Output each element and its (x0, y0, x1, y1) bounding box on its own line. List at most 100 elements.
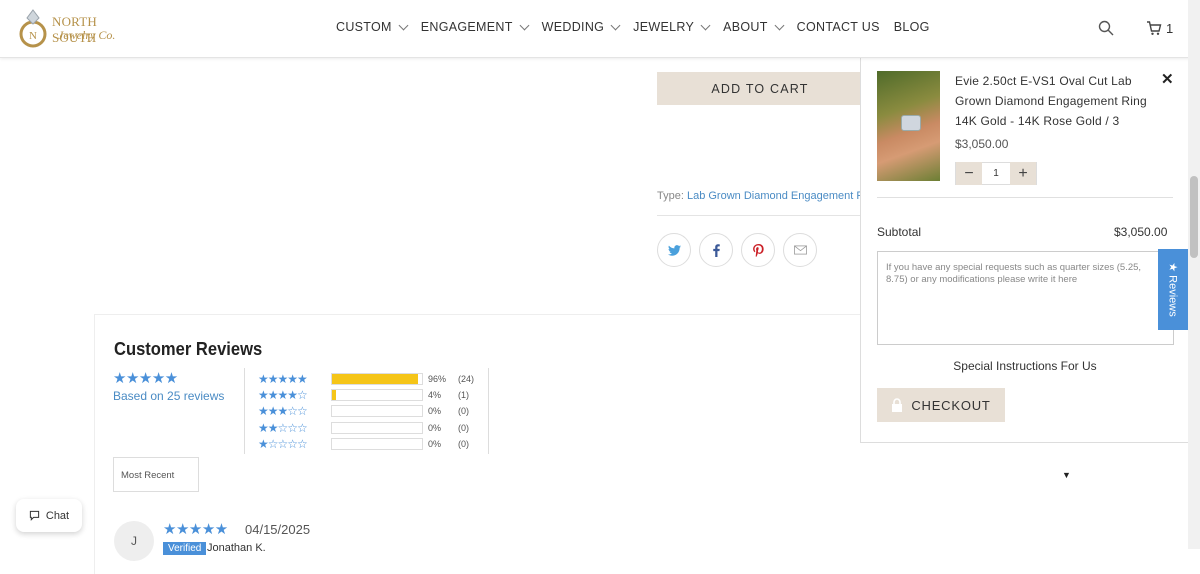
histogram-bar (331, 389, 423, 401)
histogram-percent: 0% (428, 439, 442, 449)
histogram-stars: ★★★☆☆ (258, 404, 308, 418)
review-sort-select[interactable]: Most Recent (113, 457, 199, 492)
nav-custom[interactable]: CUSTOM (336, 20, 409, 34)
chevron-down-icon (519, 20, 530, 30)
logo-line2: Jewelry Co. (58, 28, 116, 42)
histogram-row-3[interactable]: ★★★☆☆ 0% (0) (258, 404, 469, 418)
divider (488, 368, 489, 454)
decrease-qty-button[interactable]: − (956, 162, 982, 185)
pinterest-icon (752, 243, 764, 257)
twitter-icon (667, 244, 681, 256)
nav-contact-us[interactable]: CONTACT US (797, 20, 880, 34)
histogram-bar (331, 405, 423, 417)
divider (244, 368, 245, 454)
share-email-button[interactable] (783, 233, 817, 267)
product-type: Type: Lab Grown Diamond Engagement Rings (657, 190, 860, 202)
histogram-count: (0) (458, 423, 469, 433)
histogram-bar (331, 422, 423, 434)
dropdown-arrow-icon[interactable]: ▼ (1062, 470, 1071, 480)
histogram-count: (1) (458, 390, 469, 400)
histogram-stars: ★★★★☆ (258, 388, 308, 402)
reviewer-name: Jonathan K. (207, 542, 266, 554)
product-type-link[interactable]: Lab Grown Diamond Engagement Rings (687, 190, 860, 202)
nav-contact-label: CONTACT US (796, 20, 880, 34)
search-icon[interactable] (1098, 20, 1114, 36)
share-twitter-button[interactable] (657, 233, 691, 267)
nav-about-label: ABOUT (723, 20, 768, 34)
email-icon (793, 245, 807, 255)
histogram-percent: 96% (428, 374, 447, 384)
review-stars: ★★★★★ (163, 521, 228, 538)
quantity-stepper: − 1 + (955, 162, 1037, 185)
cart-product-title[interactable]: Evie 2.50ct E-VS1 Oval Cut Lab Grown Dia… (955, 71, 1160, 131)
reviews-side-tab[interactable]: ★ Reviews (1158, 249, 1188, 330)
chat-button[interactable]: Chat (16, 499, 82, 532)
nav-engagement[interactable]: ENGAGEMENT (420, 20, 530, 34)
review-date: 04/15/2025 (245, 522, 311, 537)
nav-wedding[interactable]: WEDDING (541, 20, 621, 34)
checkout-button[interactable]: CHECKOUT (877, 388, 1005, 422)
scrollbar-thumb[interactable] (1190, 176, 1198, 258)
cart-icon[interactable] (1146, 20, 1162, 36)
site-logo[interactable]: N NORTH SOUTH Jewelry Co. (18, 6, 128, 52)
increase-qty-button[interactable]: + (1010, 162, 1036, 185)
nav-custom-label: CUSTOM (336, 20, 392, 34)
subtotal-value: $3,050.00 (1114, 225, 1168, 239)
chevron-down-icon (610, 20, 621, 30)
cart-drawer: Evie 2.50ct E-VS1 Oval Cut Lab Grown Dia… (860, 58, 1188, 443)
overall-rating-stars: ★★★★★ (113, 370, 178, 387)
histogram-percent: 0% (428, 406, 442, 416)
ring-image (901, 115, 921, 131)
facebook-icon (712, 243, 720, 257)
nav-jewelry[interactable]: JEWELRY (633, 20, 711, 34)
chat-bubble-icon (29, 510, 40, 521)
histogram-percent: 4% (428, 390, 442, 400)
histogram-row-1[interactable]: ★☆☆☆☆ 0% (0) (258, 437, 469, 451)
cart-count[interactable]: 1 (1166, 21, 1173, 36)
chevron-down-icon (700, 20, 711, 30)
histogram-row-5[interactable]: ★★★★★ 96% (24) (258, 372, 474, 386)
subtotal-label: Subtotal (877, 225, 922, 239)
histogram-count: (0) (458, 406, 469, 416)
checkout-label: CHECKOUT (911, 397, 991, 413)
lock-icon (892, 398, 903, 412)
chevron-down-icon (398, 20, 409, 30)
reviews-count-link[interactable]: Based on 25 reviews (113, 389, 224, 403)
site-header: N NORTH SOUTH Jewelry Co. CUSTOM ENGAGEM… (0, 0, 1200, 58)
histogram-row-2[interactable]: ★★☆☆☆ 0% (0) (258, 421, 469, 435)
nav-blog[interactable]: BLOG (894, 20, 930, 34)
histogram-count: (0) (458, 439, 469, 449)
add-to-cart-button[interactable]: ADD TO CART (657, 72, 863, 105)
cart-product-price: $3,050.00 (955, 137, 1009, 151)
remove-item-icon[interactable]: ✕ (1161, 70, 1174, 88)
share-facebook-button[interactable] (699, 233, 733, 267)
reviews-title: Customer Reviews (114, 339, 263, 359)
histogram-stars: ★☆☆☆☆ (258, 437, 308, 451)
share-pinterest-button[interactable] (741, 233, 775, 267)
chat-label: Chat (45, 509, 70, 522)
svg-text:N: N (29, 30, 37, 42)
nav-engagement-label: ENGAGEMENT (420, 20, 513, 34)
divider (877, 197, 1173, 198)
nav-about[interactable]: ABOUT (723, 20, 785, 34)
product-thumbnail[interactable] (877, 71, 940, 181)
histogram-stars: ★★☆☆☆ (258, 421, 308, 435)
special-instructions-label: Special Instructions For Us (953, 359, 1097, 373)
scrollbar[interactable] (1188, 0, 1200, 549)
histogram-bar (331, 373, 423, 385)
divider (657, 215, 860, 216)
histogram-bar (331, 438, 423, 450)
quantity-input[interactable]: 1 (982, 168, 1010, 179)
ring-logo-icon: N (19, 9, 47, 48)
nav-wedding-label: WEDDING (541, 20, 605, 34)
histogram-stars: ★★★★★ (258, 372, 308, 386)
histogram-row-4[interactable]: ★★★★☆ 4% (1) (258, 388, 469, 402)
avatar: J (114, 521, 154, 561)
histogram-count: (24) (458, 374, 475, 384)
histogram-percent: 0% (428, 423, 442, 433)
histogram-fill (332, 390, 336, 400)
special-instructions-textarea[interactable]: If you have any special requests such as… (877, 251, 1174, 345)
histogram-fill (332, 374, 419, 384)
reviews-tab-label: ★ Reviews (1166, 262, 1179, 317)
product-type-label: Type: (657, 190, 684, 202)
